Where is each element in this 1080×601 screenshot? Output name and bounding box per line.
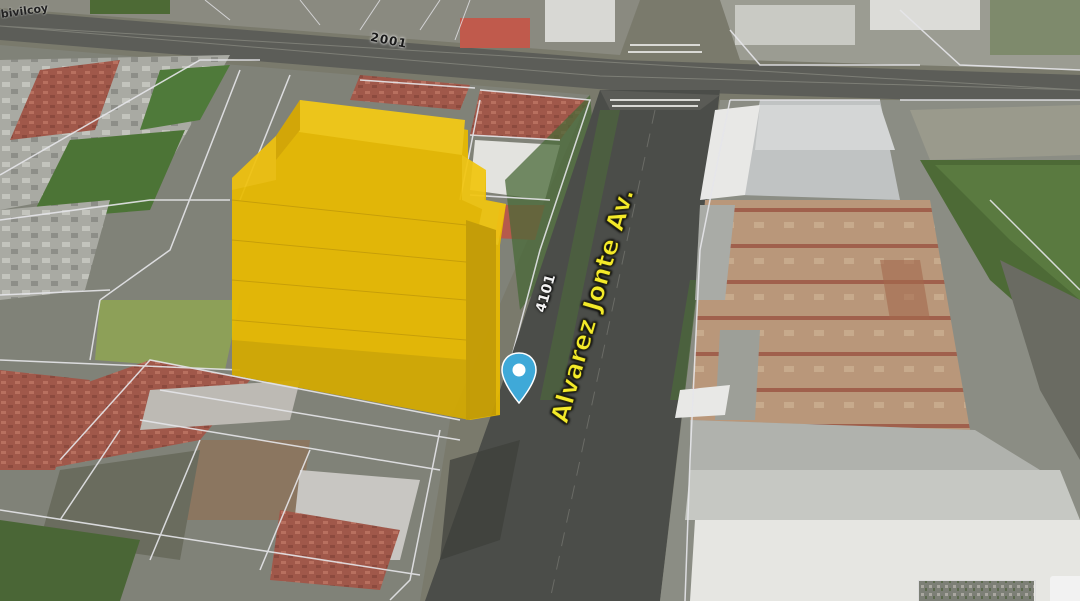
location-pin-icon[interactable]	[500, 351, 538, 405]
map-view[interactable]: bivilcoy 2001 4101 Alvarez Jonte Av.	[0, 0, 1080, 601]
highlighted-building[interactable]	[231, 100, 506, 420]
map-type-thumbnail[interactable]	[918, 580, 1036, 601]
corner-control[interactable]	[1050, 576, 1080, 601]
